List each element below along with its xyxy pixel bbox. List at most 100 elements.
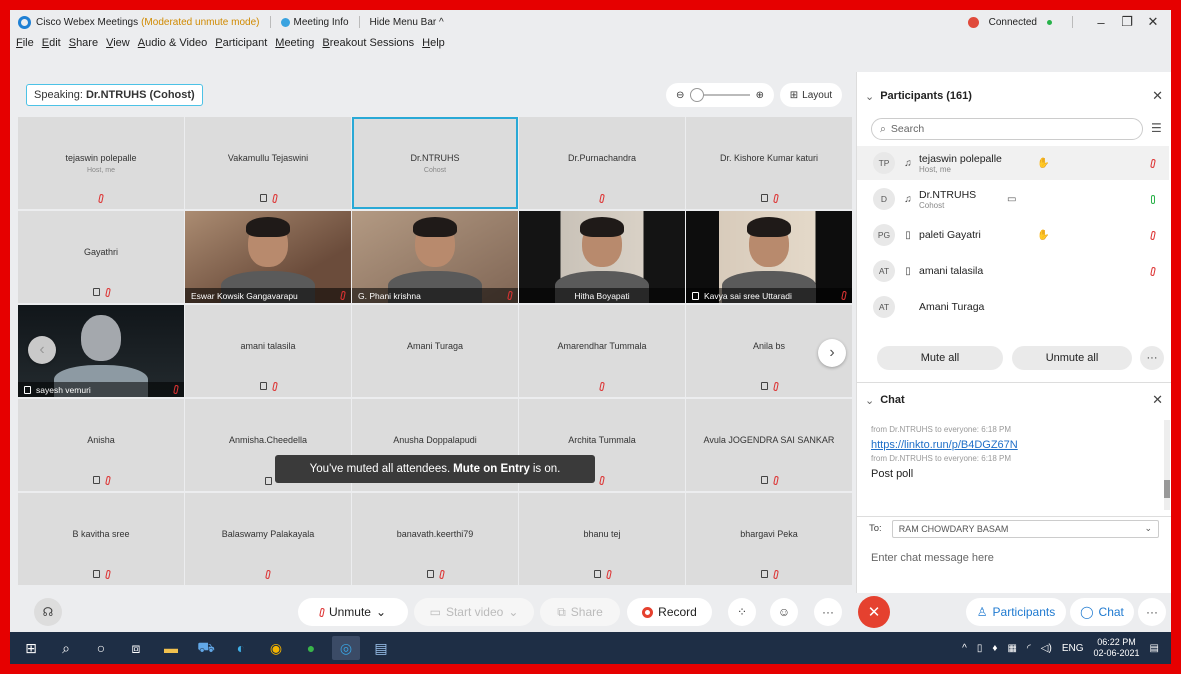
mute-all-button[interactable]: Mute all: [877, 346, 1003, 370]
participant-tile-active-speaker[interactable]: Dr.NTRUHS Cohost: [352, 117, 518, 209]
zoom-out-icon[interactable]: ⊖: [676, 90, 684, 101]
chrome-browser-icon[interactable]: ◉: [262, 636, 290, 660]
meeting-info-button[interactable]: Meeting Info: [294, 17, 349, 28]
more-options-button[interactable]: ···: [814, 598, 842, 626]
participant-tile[interactable]: Amarendhar Tummala: [519, 305, 685, 397]
panel-options-button[interactable]: ···: [1138, 598, 1166, 626]
participant-tile[interactable]: tejaswin polepalle Host, me: [18, 117, 184, 209]
zoom-track[interactable]: [690, 88, 750, 102]
participant-tile[interactable]: banavath.keerthi79: [352, 493, 518, 585]
chevron-down-icon[interactable]: ⌄: [865, 90, 874, 103]
notifications-icon[interactable]: ▤: [1150, 643, 1159, 654]
battery-icon[interactable]: ▯: [977, 643, 983, 654]
participant-video-tile[interactable]: Kavya sai sree Uttaradi: [686, 211, 852, 303]
taskbar-clock[interactable]: 06:22 PM 02-06-2021: [1094, 637, 1140, 659]
edge-browser-icon[interactable]: ◐: [227, 636, 255, 660]
participant-tile[interactable]: bhanu tej: [519, 493, 685, 585]
participant-tile[interactable]: Anisha: [18, 399, 184, 491]
previous-page-button[interactable]: ‹: [28, 336, 56, 364]
participant-tile[interactable]: Dr. Kishore Kumar katuri: [686, 117, 852, 209]
menu-edit[interactable]: Edit: [42, 37, 61, 49]
sort-icon[interactable]: ☰: [1151, 121, 1162, 135]
muted-mic-icon[interactable]: [1150, 158, 1156, 168]
participant-video-tile[interactable]: G. Phani krishna: [352, 211, 518, 303]
close-chat-icon[interactable]: ✕: [1152, 392, 1163, 408]
audio-connection-button[interactable]: ☊: [34, 598, 62, 626]
muted-mic-icon[interactable]: [1150, 266, 1156, 276]
cortana-icon[interactable]: ○: [87, 636, 115, 660]
windows-start-icon[interactable]: ⊞: [17, 636, 45, 660]
chat-panel-header[interactable]: ⌄ Chat ✕: [857, 388, 1171, 412]
layout-button[interactable]: ⊞ Layout: [780, 83, 842, 107]
participant-tile[interactable]: B kavitha sree: [18, 493, 184, 585]
start-video-button[interactable]: ▭ Start video ⌄: [414, 598, 534, 626]
menu-meeting[interactable]: Meeting: [275, 37, 314, 49]
input-language[interactable]: ENG: [1062, 643, 1084, 654]
participant-row[interactable]: D ♫ Dr.NTRUHS Cohost ▭: [857, 182, 1169, 216]
restore-button[interactable]: ❐: [1119, 14, 1135, 30]
file-explorer-icon[interactable]: ▬: [157, 636, 185, 660]
task-view-icon[interactable]: ⧈: [122, 636, 150, 660]
menu-view[interactable]: View: [106, 37, 130, 49]
wifi-icon[interactable]: ◜: [1027, 643, 1031, 654]
chat-message-link[interactable]: https://linkto.run/p/B4DGZ67N: [871, 439, 1018, 451]
participant-tile[interactable]: bhargavi Peka: [686, 493, 852, 585]
chevron-down-icon[interactable]: ⌄: [865, 394, 874, 407]
menu-participant[interactable]: Participant: [215, 37, 267, 49]
store-icon[interactable]: ⛟: [192, 636, 220, 660]
menu-audio-video[interactable]: Audio & Video: [138, 37, 208, 49]
pin-icon[interactable]: ♦: [992, 643, 997, 654]
close-window-button[interactable]: ✕: [1145, 14, 1161, 30]
participant-more-button[interactable]: ···: [1140, 346, 1164, 370]
participant-video-tile[interactable]: Hitha Boyapati: [519, 211, 685, 303]
participant-tile[interactable]: Avula JOGENDRA SAI SANKAR: [686, 399, 852, 491]
chat-toggle-button[interactable]: ◯ Chat: [1070, 598, 1134, 626]
participant-row[interactable]: AT ▯ amani talasila: [857, 254, 1169, 288]
end-meeting-button[interactable]: ✕: [858, 596, 890, 628]
scroll-thumb[interactable]: [1164, 480, 1170, 498]
menu-help[interactable]: Help: [422, 37, 445, 49]
participant-tile[interactable]: Gayathri: [18, 211, 184, 303]
reactions-button[interactable]: ☺: [770, 598, 798, 626]
connection-status[interactable]: Connected: [989, 17, 1037, 28]
participant-row[interactable]: TP ♫ tejaswin polepalle Host, me ✋: [857, 146, 1169, 180]
participant-search-input[interactable]: ⌕ Search: [871, 118, 1143, 140]
zoom-in-icon[interactable]: ⊕: [756, 90, 764, 101]
volume-icon[interactable]: ◁): [1041, 643, 1052, 654]
search-icon[interactable]: ⌕: [52, 636, 80, 660]
minimize-button[interactable]: –: [1093, 15, 1109, 30]
next-page-button[interactable]: ›: [818, 339, 846, 367]
participant-tile[interactable]: amani talasila: [185, 305, 351, 397]
muted-mic-icon[interactable]: [1150, 230, 1156, 240]
chat-message-input[interactable]: Enter chat message here: [871, 552, 994, 564]
breakout-rooms-button[interactable]: ⁘: [728, 598, 756, 626]
zoom-slider[interactable]: ⊖ ⊕: [666, 83, 774, 107]
app-green-icon[interactable]: ●: [297, 636, 325, 660]
notes-app-icon[interactable]: ▤: [367, 636, 395, 660]
participant-video-tile[interactable]: Eswar Kowsik Gangavarapu: [185, 211, 351, 303]
participant-tile[interactable]: Vakamullu Tejaswini: [185, 117, 351, 209]
unmute-all-button[interactable]: Unmute all: [1012, 346, 1132, 370]
participant-tile[interactable]: Balaswamy Palakayala: [185, 493, 351, 585]
record-button[interactable]: Record: [627, 598, 712, 626]
webex-taskbar-icon[interactable]: ◎: [332, 636, 360, 660]
hide-menu-bar-button[interactable]: Hide Menu Bar ^: [370, 17, 444, 28]
chat-recipient-select[interactable]: RAM CHOWDARY BASAM ⌄: [891, 519, 1159, 538]
menu-file[interactable]: File: [16, 37, 34, 49]
participant-row[interactable]: AT Amani Turaga: [857, 290, 1169, 324]
chevron-up-icon[interactable]: ^: [962, 643, 967, 654]
zoom-thumb[interactable]: [690, 88, 705, 102]
menu-share[interactable]: Share: [69, 37, 98, 49]
share-button[interactable]: ⧉ Share: [540, 598, 620, 626]
participant-row[interactable]: PG ▯ paleti Gayatri ✋: [857, 218, 1169, 252]
active-mic-icon[interactable]: [1151, 194, 1155, 204]
participants-toggle-button[interactable]: ♙ Participants: [966, 598, 1066, 626]
chat-scrollbar[interactable]: [1164, 420, 1170, 510]
menu-breakout-sessions[interactable]: Breakout Sessions: [322, 37, 414, 49]
participants-panel-header[interactable]: ⌄ Participants (161) ✕: [857, 84, 1171, 108]
participant-tile[interactable]: Dr.Purnachandra: [519, 117, 685, 209]
participant-tile[interactable]: Amani Turaga: [352, 305, 518, 397]
unmute-button[interactable]: Unmute ⌄: [298, 598, 408, 626]
close-participants-icon[interactable]: ✕: [1152, 88, 1163, 104]
network-icon[interactable]: ▦: [1007, 643, 1016, 654]
